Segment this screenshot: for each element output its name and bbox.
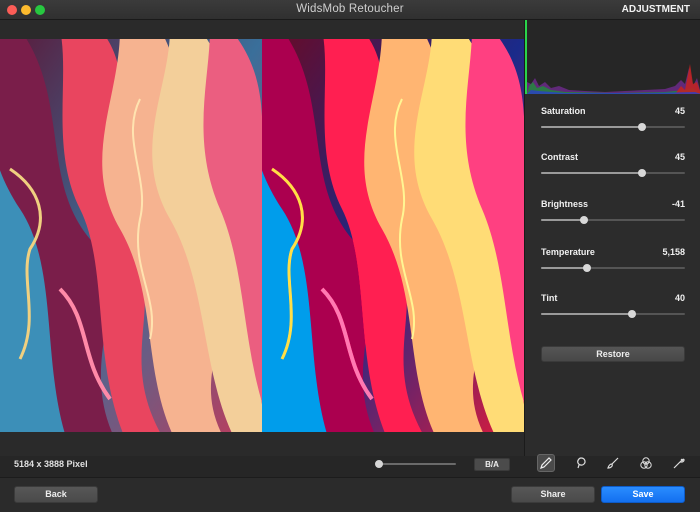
slider-fill <box>541 267 588 269</box>
adjustment-temperature: Temperature 5,158 <box>541 247 685 287</box>
share-button[interactable]: Share <box>511 486 595 503</box>
title-bar: WidsMob Retoucher ADJUSTMENT <box>0 0 700 20</box>
adjustment-tint: Tint 40 <box>541 293 685 333</box>
restore-button[interactable]: Restore <box>541 346 685 362</box>
adjustment-brightness: Brightness -41 <box>541 199 685 239</box>
zoom-slider[interactable] <box>375 460 456 468</box>
adjustment-contrast: Contrast 45 <box>541 152 685 192</box>
color-circles-icon[interactable] <box>637 454 655 472</box>
bottom-bar: Back Share Save <box>0 477 700 512</box>
image-info-bar: 5184 x 3888 Pixel B/A <box>0 452 524 476</box>
slider-knob[interactable] <box>637 169 646 177</box>
adjustment-value: 45 <box>674 106 685 116</box>
adjustment-label: Temperature <box>541 247 595 257</box>
slider-knob[interactable] <box>583 264 592 272</box>
image-viewer <box>0 20 524 456</box>
adjustment-label: Tint <box>541 293 558 303</box>
back-button[interactable]: Back <box>14 486 98 503</box>
adjustment-value: -41 <box>671 199 685 209</box>
adjustment-slider[interactable] <box>541 169 685 177</box>
before-after-canvas[interactable] <box>0 39 524 432</box>
adjustment-slider[interactable] <box>541 264 685 272</box>
before-after-button[interactable]: B/A <box>474 458 510 471</box>
eyedropper-icon[interactable] <box>670 454 688 472</box>
adjustment-value: 40 <box>674 293 685 303</box>
panel-title: ADJUSTMENT <box>621 4 690 15</box>
adjustment-value: 45 <box>674 152 685 162</box>
slider-knob[interactable] <box>580 216 589 224</box>
adjustment-slider[interactable] <box>541 123 685 131</box>
slider-fill <box>541 126 642 128</box>
lasso-icon[interactable] <box>572 454 590 472</box>
adjustment-panel: Saturation 45 Contrast 45 Brightness -41 Tempe… <box>524 20 700 456</box>
histogram <box>525 20 700 94</box>
slider-fill <box>541 313 632 315</box>
adjustment-label: Brightness <box>541 199 589 209</box>
slider-knob[interactable] <box>627 310 636 318</box>
image-dimensions: 5184 x 3888 Pixel <box>14 459 88 469</box>
marbled-photo <box>0 39 524 432</box>
save-button[interactable]: Save <box>601 486 685 503</box>
brush-icon[interactable] <box>604 454 622 472</box>
pencil-icon[interactable] <box>537 454 555 472</box>
slider-knob[interactable] <box>637 123 646 131</box>
adjustment-saturation: Saturation 45 <box>541 106 685 146</box>
adjustment-label: Saturation <box>541 106 586 116</box>
slider-fill <box>541 172 642 174</box>
adjustment-value: 5,158 <box>662 247 685 257</box>
adjustment-slider[interactable] <box>541 216 685 224</box>
zoom-slider-knob[interactable] <box>375 460 383 468</box>
adjustment-slider[interactable] <box>541 310 685 318</box>
adjustment-label: Contrast <box>541 152 579 162</box>
window-title: WidsMob Retoucher <box>296 3 404 15</box>
slider-fill <box>541 219 585 221</box>
tool-bar <box>524 449 700 477</box>
